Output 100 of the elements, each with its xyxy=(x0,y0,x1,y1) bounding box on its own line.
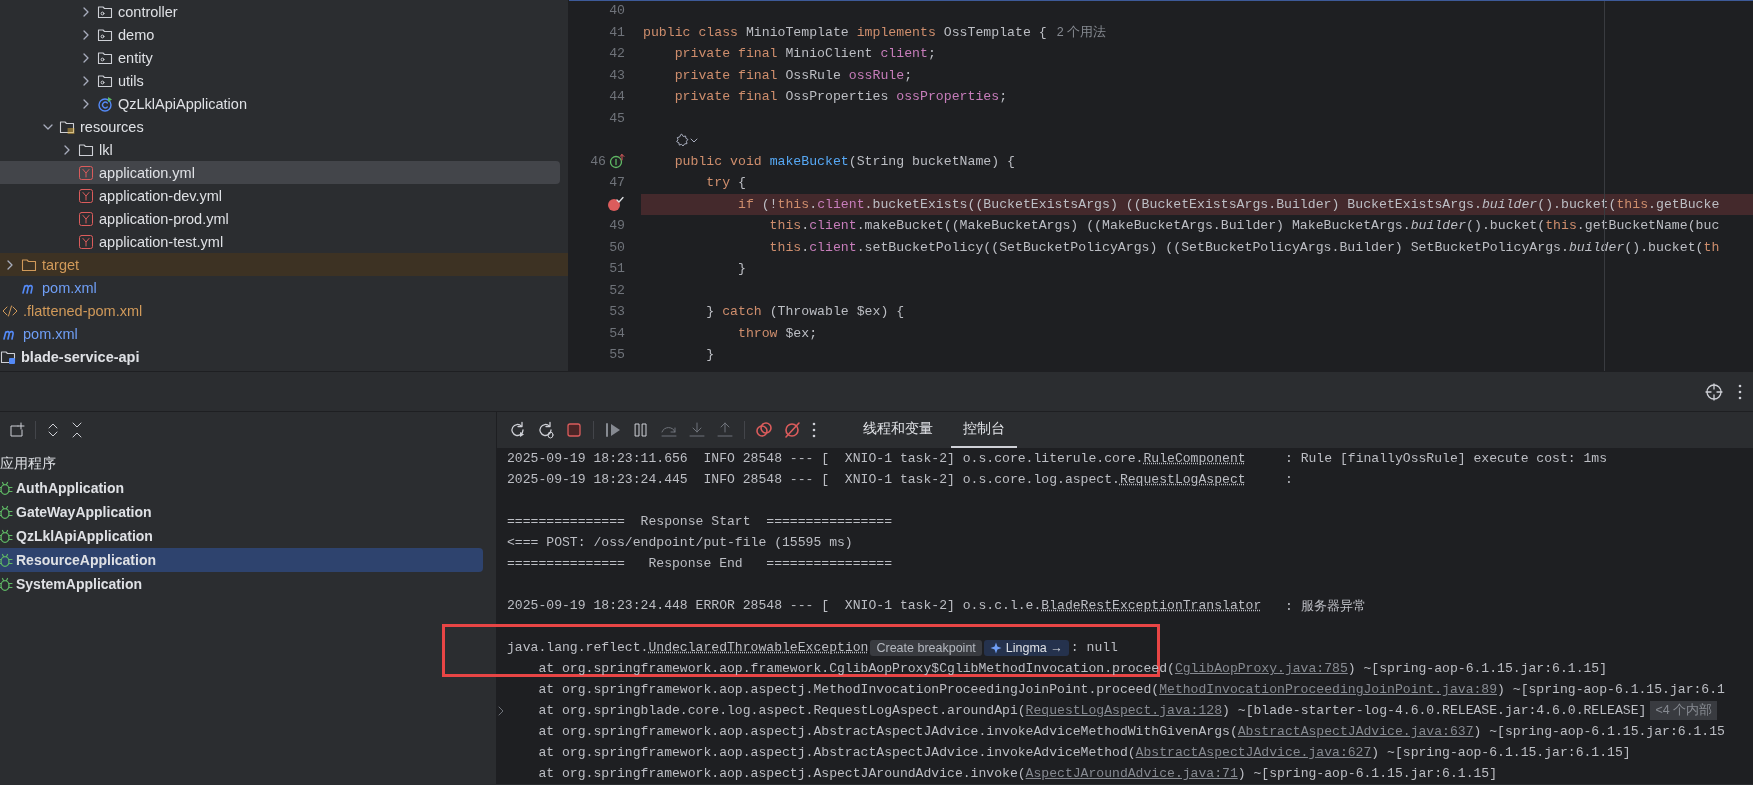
line-number: 45 xyxy=(609,110,625,126)
new-tab-icon[interactable] xyxy=(9,422,25,438)
line-number: 54 xyxy=(609,325,625,341)
pause-icon[interactable] xyxy=(632,421,650,439)
console-line: at org.springblade.core.log.aspect.RequestLogAspect.aroundApi(RequestLogAspect.java:128) ~[blade-starter-log-4.6.0.RELEASE.jar:4.6.0.RELEASE] <4 个内部 xyxy=(507,701,1718,720)
group-label: 应用程序 xyxy=(0,454,57,473)
panel-tab[interactable]: 线程和变量 xyxy=(851,412,945,448)
session-item[interactable]: ResourceApplication xyxy=(0,548,483,572)
step-into-icon[interactable] xyxy=(688,421,706,439)
console-line: java.lang.reflect.UndeclaredThrowableException Create breakpoint Lingma → : null xyxy=(507,639,1118,656)
more-icon[interactable] xyxy=(1737,382,1743,401)
usages-hint[interactable]: 2 个用法 xyxy=(1056,23,1107,41)
class-link[interactable]: UndeclaredThrowableException xyxy=(648,640,869,655)
session-item[interactable]: QzLklApiApplication xyxy=(0,524,483,548)
tree-item[interactable]: QzLklApiApplication xyxy=(0,92,560,115)
line-number: 41 xyxy=(609,24,625,40)
line-number: 49 xyxy=(609,218,625,234)
folder-icon xyxy=(78,141,94,158)
stop-icon[interactable] xyxy=(565,421,583,439)
panel-tab[interactable]: 控制台 xyxy=(951,412,1017,448)
code-file-icon xyxy=(2,302,18,319)
tree-item[interactable]: resources xyxy=(0,115,560,138)
tree-item[interactable]: blade-service-api xyxy=(0,345,560,368)
module-folder-icon xyxy=(0,348,16,365)
tree-item[interactable]: application-test.yml xyxy=(0,230,560,253)
class-icon xyxy=(97,95,113,112)
session-item[interactable]: GateWayApplication xyxy=(0,500,483,524)
package-folder-icon xyxy=(97,26,113,43)
breakpoints-icon[interactable] xyxy=(755,421,773,439)
class-link[interactable]: RuleComponent xyxy=(1143,451,1246,466)
console-line: =============== Response End ================ xyxy=(507,556,893,571)
code-line: private final OssProperties ossProperties; xyxy=(673,89,1008,105)
create-breakpoint-hint[interactable]: Create breakpoint xyxy=(870,639,982,656)
line-number: 52 xyxy=(609,282,625,298)
chevron-right-icon[interactable] xyxy=(497,705,505,717)
assistant-button[interactable]: Lingma → xyxy=(983,639,1069,656)
gear-icon[interactable] xyxy=(675,132,689,147)
folder-icon xyxy=(21,256,37,273)
package-folder-icon xyxy=(97,3,113,20)
tree-item[interactable]: application.yml xyxy=(0,161,560,184)
code-line: this.client.setBucketPolicy((SetBucketPolicyArgs) ((SetBucketPolicyArgs.Builder) SetBucketPolicyArgs.builder().bucket(th xyxy=(768,239,1720,255)
rerun-icon[interactable] xyxy=(509,421,527,439)
line-number: 40 xyxy=(609,3,625,19)
line-number: 46 xyxy=(590,153,606,169)
tree-item[interactable]: utils xyxy=(0,69,560,92)
tree-item[interactable]: lkl xyxy=(0,138,560,161)
bug-icon xyxy=(0,552,13,568)
tree-item[interactable]: controller xyxy=(0,0,560,23)
console-line: at org.springframework.aop.aspectj.MethodInvocationProceedingJoinPoint.proceed(MethodInvocationProceedingJoinPoint.java:89) ~[spring-aop-6.1.15.jar:6.1 xyxy=(537,682,1725,697)
code-line: if (!this.client.bucketExists((BucketExistsArgs) ((BucketExistsArgs.Builder) BucketExistsArgs.builder().bucket(this.getBucke xyxy=(736,196,1720,212)
more-icon[interactable] xyxy=(811,421,817,439)
tree-item[interactable]: application-prod.yml xyxy=(0,207,560,230)
session-item[interactable]: SystemApplication xyxy=(0,572,483,596)
file-link[interactable]: RequestLogAspect.java:128 xyxy=(1025,703,1223,718)
collapse-all-icon[interactable] xyxy=(70,422,84,438)
expand-all-icon[interactable] xyxy=(46,422,60,438)
bug-icon xyxy=(0,504,13,520)
rerun-debug-icon[interactable] xyxy=(537,421,555,439)
sparkle-icon xyxy=(989,641,1002,654)
code-line: } xyxy=(705,347,715,363)
bug-icon xyxy=(0,576,13,592)
console-line: at org.springframework.aop.aspectj.AbstractAspectJAdvice.invokeAdviceMethodWithGivenArgs(AbstractAspectJAdvice.java:637) ~[spring-aop-6.1.15.jar:6.1.15 xyxy=(537,724,1725,739)
tree-item[interactable]: demo xyxy=(0,23,560,46)
code-line: } catch (Throwable $ex) { xyxy=(705,304,905,320)
class-link[interactable]: RequestLogAspect xyxy=(1119,472,1246,487)
code-line: private final MinioClient client; xyxy=(673,46,936,62)
tree-item[interactable]: pom.xml xyxy=(0,322,560,345)
code-line: try { xyxy=(705,175,746,191)
breakpoint-icon[interactable] xyxy=(607,196,625,213)
tree-item[interactable]: target xyxy=(0,253,568,276)
console-line: at org.springframework.aop.aspectj.AbstractAspectJAdvice.invokeAdviceMethod(AbstractAspectJAdvice.java:627) ~[spring-aop-6.1.15.jar:6.1.15] xyxy=(537,745,1631,760)
file-link[interactable]: AspectJAroundAdvice.java:71 xyxy=(1025,766,1238,781)
tree-item[interactable]: pom.xml xyxy=(0,276,560,299)
bug-icon xyxy=(0,528,13,544)
tree-item[interactable]: .flattened-pom.xml xyxy=(0,299,560,322)
code-line: } xyxy=(736,261,746,277)
yaml-file-icon xyxy=(78,164,94,181)
console-line: <=== POST: /oss/endpoint/put-file (15595 ms) xyxy=(507,535,853,550)
code-line: throw $ex; xyxy=(736,325,818,341)
session-item[interactable]: AuthApplication xyxy=(0,476,483,500)
interface-marker-icon xyxy=(609,153,625,170)
resume-icon[interactable] xyxy=(604,421,622,439)
line-number: 51 xyxy=(609,261,625,277)
tree-item[interactable]: entity xyxy=(0,46,560,69)
code-line: public class MinioTemplate implements OssTemplate { xyxy=(643,24,1047,40)
file-link[interactable]: AbstractAspectJAdvice.java:637 xyxy=(1237,724,1474,739)
step-out-icon[interactable] xyxy=(716,421,734,439)
file-link[interactable]: CglibAopProxy.java:785 xyxy=(1174,661,1348,676)
yaml-file-icon xyxy=(78,187,94,204)
line-number: 42 xyxy=(609,46,625,62)
file-link[interactable]: AbstractAspectJAdvice.java:627 xyxy=(1135,745,1372,760)
class-link[interactable]: BladeRestExceptionTranslator xyxy=(1041,598,1262,613)
line-number: 53 xyxy=(609,304,625,320)
file-link[interactable]: MethodInvocationProceedingJoinPoint.java:89 xyxy=(1159,682,1498,697)
crosshair-icon[interactable] xyxy=(1705,382,1723,401)
line-number: 44 xyxy=(609,89,625,105)
mute-breakpoints-icon[interactable] xyxy=(783,421,801,439)
yaml-file-icon xyxy=(78,233,94,250)
line-number: 55 xyxy=(609,347,625,363)
tree-item[interactable]: application-dev.yml xyxy=(0,184,560,207)
